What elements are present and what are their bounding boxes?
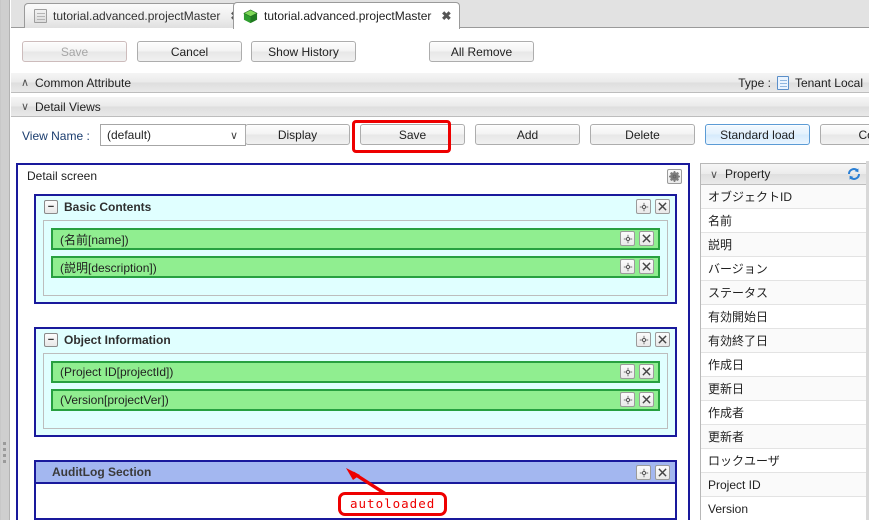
list-item[interactable]: ステータス [701, 281, 869, 305]
close-icon[interactable] [655, 465, 670, 480]
refresh-icon[interactable] [846, 166, 862, 185]
list-item[interactable]: Project ID [701, 473, 869, 497]
common-attribute-title: Common Attribute [35, 75, 132, 90]
list-item[interactable]: 有効終了日 [701, 329, 869, 353]
tab-projectmaster-active[interactable]: tutorial.advanced.projectMaster ✖ [233, 2, 461, 29]
list-item[interactable]: 作成者 [701, 401, 869, 425]
view-save-button[interactable]: Save [360, 124, 465, 145]
gear-icon[interactable] [636, 332, 651, 347]
property-panel-title: Property [725, 167, 771, 181]
collapse-icon[interactable]: − [44, 333, 58, 347]
close-icon[interactable] [655, 199, 670, 214]
close-icon[interactable] [655, 332, 670, 347]
delete-button[interactable]: Delete [590, 124, 695, 145]
field-description[interactable]: (説明[description]) [51, 256, 660, 278]
chevron-down-icon[interactable]: ∨ [21, 100, 35, 113]
list-item[interactable]: Version [701, 497, 869, 520]
type-value: Tenant Local [794, 75, 863, 90]
close-icon[interactable] [639, 259, 654, 274]
section-basic-contents: − Basic Contents (名前[name]) (説明[descript… [34, 194, 677, 304]
view-name-row: View Name : (default) ∨ Display Save Add… [11, 118, 869, 156]
list-item[interactable]: 更新者 [701, 425, 869, 449]
property-list[interactable]: オブジェクトID 名前 説明 バージョン ステータス 有効開始日 有効終了日 作… [701, 185, 869, 520]
view-name-select[interactable]: (default) ∨ [100, 124, 246, 146]
left-splitter[interactable] [0, 0, 10, 520]
gear-icon[interactable] [620, 231, 635, 246]
list-item[interactable]: オブジェクトID [701, 185, 869, 209]
section-object-information: − Object Information (Project ID[project… [34, 327, 677, 437]
field-name[interactable]: (名前[name]) [51, 228, 660, 250]
display-button[interactable]: Display [245, 124, 350, 145]
gear-icon[interactable] [620, 259, 635, 274]
property-panel-header[interactable]: ∨ Property [701, 164, 869, 185]
field-project-version[interactable]: (Version[projectVer]) [51, 389, 660, 411]
collapse-icon[interactable]: − [44, 200, 58, 214]
detail-screen-settings-button[interactable] [667, 169, 682, 185]
list-item[interactable]: ロックユーザ [701, 449, 869, 473]
tab-projectmaster-inactive[interactable]: tutorial.advanced.projectMaster ✖ [24, 3, 250, 28]
list-item[interactable]: 名前 [701, 209, 869, 233]
cube-icon [243, 9, 258, 24]
detail-views-title: Detail Views [35, 99, 101, 114]
standard-load-button[interactable]: Standard load [705, 124, 810, 145]
annotation-callout: autoloaded [338, 492, 448, 516]
window-edge-line [0, 0, 1, 520]
show-history-button[interactable]: Show History [251, 41, 356, 62]
tab-label: tutorial.advanced.projectMaster [264, 9, 432, 23]
save-button[interactable]: Save [22, 41, 127, 62]
chevron-down-icon[interactable]: ∨ [710, 168, 725, 181]
top-toolbar: Save Cancel Show History All Remove [11, 29, 869, 62]
cancel-button[interactable]: Cancel [137, 41, 242, 62]
list-item[interactable]: 説明 [701, 233, 869, 257]
application-window: tutorial.advanced.projectMaster ✖ tutori… [0, 0, 869, 520]
detail-views-header[interactable]: ∨ Detail Views [11, 96, 869, 117]
section-header[interactable]: − Object Information [36, 329, 675, 351]
field-label: (説明[description]) [60, 260, 157, 275]
section-title: Basic Contents [64, 200, 152, 214]
gear-icon[interactable] [620, 364, 635, 379]
close-icon[interactable] [639, 231, 654, 246]
copy-button[interactable]: Copy [820, 124, 869, 145]
view-name-label: View Name : [22, 129, 90, 143]
list-item[interactable]: 有効開始日 [701, 305, 869, 329]
gear-icon[interactable] [667, 169, 682, 185]
chevron-up-icon[interactable]: ∧ [21, 76, 35, 89]
type-label: Type : [738, 75, 771, 90]
gear-icon[interactable] [620, 392, 635, 407]
tab-label: tutorial.advanced.projectMaster [53, 9, 221, 23]
tab-strip: tutorial.advanced.projectMaster ✖ tutori… [11, 0, 869, 29]
common-attribute-header[interactable]: ∧ Common Attribute Type : Tenant Local [11, 72, 869, 93]
chevron-down-icon[interactable]: ∨ [230, 129, 238, 142]
list-item[interactable]: 作成日 [701, 353, 869, 377]
close-icon[interactable]: ✖ [441, 10, 451, 22]
field-label: (Project ID[projectId]) [60, 365, 174, 379]
field-label: (Version[projectVer]) [60, 393, 169, 407]
list-item[interactable]: 更新日 [701, 377, 869, 401]
property-panel: ∨ Property オブジェクトID 名前 説明 バージョン ステータス 有効… [700, 163, 869, 520]
add-button[interactable]: Add [475, 124, 580, 145]
close-icon[interactable] [639, 364, 654, 379]
all-remove-button[interactable]: All Remove [429, 41, 534, 62]
section-body: (名前[name]) (説明[description]) [43, 220, 668, 296]
section-body: (Project ID[projectId]) (Version[project… [43, 353, 668, 429]
section-header[interactable]: − Basic Contents [36, 196, 675, 218]
section-title: Object Information [64, 333, 171, 347]
field-project-id[interactable]: (Project ID[projectId]) [51, 361, 660, 383]
document-icon [776, 75, 789, 90]
list-item[interactable]: バージョン [701, 257, 869, 281]
field-label: (名前[name]) [60, 232, 129, 247]
close-icon[interactable] [639, 392, 654, 407]
document-icon [34, 9, 47, 23]
view-name-value: (default) [107, 128, 152, 142]
splitter-grip[interactable] [3, 442, 6, 468]
gear-icon[interactable] [636, 199, 651, 214]
section-title: AuditLog Section [52, 465, 152, 479]
gear-icon[interactable] [636, 465, 651, 480]
detail-screen-title: Detail screen [27, 169, 98, 183]
